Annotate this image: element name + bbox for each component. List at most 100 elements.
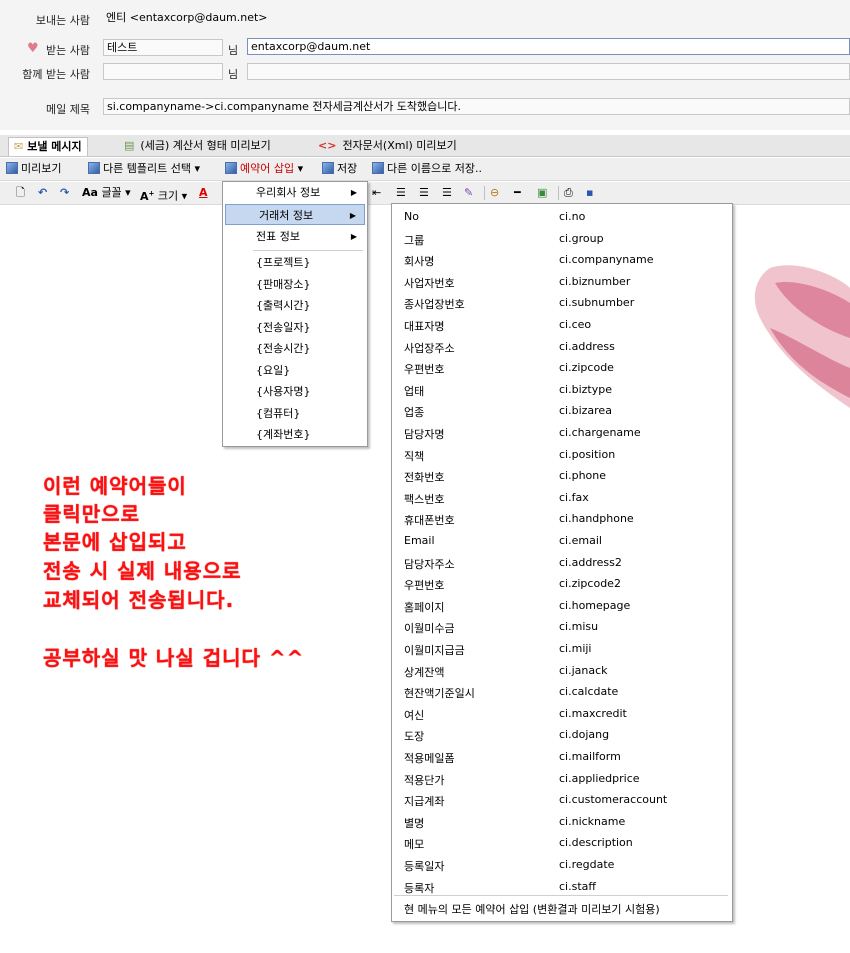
- submenu-item[interactable]: 현잔액기준일시 ci.calcdate: [392, 681, 730, 703]
- menu-keyword-item[interactable]: {판매장소}: [223, 274, 365, 295]
- submenu-item[interactable]: 업태 ci.biztype: [392, 379, 730, 401]
- submenu-item[interactable]: 여신 ci.maxcredit: [392, 703, 730, 725]
- link-icon[interactable]: ⊖: [490, 185, 499, 201]
- submenu-item-label: 업종: [404, 406, 425, 420]
- submenu-item[interactable]: 직책 ci.position: [392, 444, 730, 466]
- submenu-item[interactable]: 휴대폰번호 ci.handphone: [392, 508, 730, 530]
- tab-invoice-preview[interactable]: ▤ (세금) 계산서 형태 미리보기: [124, 137, 271, 155]
- menu-keyword-item[interactable]: {컴퓨터}: [223, 403, 365, 424]
- submenu-item[interactable]: 사업자번호 ci.biznumber: [392, 271, 730, 293]
- submenu-item[interactable]: 담당자명 ci.chargename: [392, 422, 730, 444]
- submenu-item[interactable]: 전화번호 ci.phone: [392, 465, 730, 487]
- submenu-item[interactable]: 적용메일폼 ci.mailform: [392, 746, 730, 768]
- insert-keyword-button[interactable]: 예약어 삽입 ▾: [225, 161, 303, 177]
- submenu-item[interactable]: 별명 ci.nickname: [392, 811, 730, 833]
- code-icon: <>: [318, 139, 337, 152]
- redo-icon[interactable]: ↷: [60, 185, 69, 201]
- subject-field[interactable]: si.companyname->ci.companyname 전자세금계산서가 …: [103, 98, 850, 115]
- align-left-icon[interactable]: ☰: [396, 185, 406, 201]
- recipient-email-field[interactable]: entaxcorp@daum.net: [247, 38, 850, 55]
- toolbar-main: 미리보기 다른 템플리트 선택 ▾ 예약어 삽입 ▾ 저장 다른 이름으로 저장…: [0, 158, 850, 181]
- menu-keyword-item[interactable]: {출력시간}: [223, 295, 365, 316]
- recipient-suffix: 님: [228, 44, 239, 57]
- font-icon: Aa: [82, 186, 98, 199]
- cc-email-field[interactable]: [247, 63, 850, 80]
- preview-button[interactable]: 미리보기: [6, 161, 61, 177]
- submenu-arrow-icon: ▶: [350, 232, 357, 241]
- submenu-item-code: ci.email: [559, 534, 602, 547]
- submenu-item-label: 적용단가: [404, 773, 445, 787]
- submenu-item-code: ci.maxcredit: [559, 706, 627, 720]
- submenu-item[interactable]: 지급계좌 ci.customeraccount: [392, 789, 730, 811]
- submenu-item[interactable]: 우편번호 ci.zipcode: [392, 357, 730, 379]
- save-button[interactable]: 저장: [322, 161, 357, 177]
- insert-all-keywords-item[interactable]: 현 메뉴의 모든 예약어 삽입 (변환결과 미리보기 시험용): [404, 901, 660, 917]
- menu-keyword-item[interactable]: {사용자명}: [223, 381, 365, 402]
- sender-field[interactable]: 엔티 <entaxcorp@daum.net>: [103, 10, 850, 27]
- submenu-item[interactable]: 우편번호 ci.zipcode2: [392, 573, 730, 595]
- indent-icon[interactable]: ⇤: [372, 185, 381, 201]
- template-select-button[interactable]: 다른 템플리트 선택 ▾: [88, 161, 200, 177]
- submenu-item-code: ci.phone: [559, 469, 607, 483]
- submenu-item[interactable]: 등록자 ci.staff: [392, 876, 730, 898]
- submenu-item-label: 도장: [404, 730, 425, 744]
- horizontal-line-icon[interactable]: ━: [514, 185, 521, 201]
- new-doc-icon[interactable]: 🗋: [16, 185, 25, 201]
- insert-image-icon[interactable]: ▣: [537, 185, 547, 201]
- menu-keyword-item[interactable]: {계좌번호}: [223, 424, 365, 445]
- submenu-item-code: ci.regdate: [559, 858, 615, 871]
- submenu-item[interactable]: Email ci.email: [392, 530, 730, 552]
- save-as-button[interactable]: 다른 이름으로 저장..: [372, 161, 482, 177]
- submenu-item[interactable]: 도장 ci.dojang: [392, 724, 730, 746]
- spellcheck-icon[interactable]: ✎: [464, 185, 473, 201]
- print-icon[interactable]: ⎙: [564, 185, 573, 201]
- font-button[interactable]: Aa 글꼴 ▾: [82, 185, 131, 201]
- submenu-item[interactable]: 업종 ci.bizarea: [392, 400, 730, 422]
- cc-name-field[interactable]: [103, 63, 223, 80]
- submenu-item[interactable]: 홈페이지 ci.homepage: [392, 595, 730, 617]
- submenu-item[interactable]: 종사업장번호 ci.subnumber: [392, 292, 730, 314]
- submenu-item-label: 전화번호: [404, 471, 445, 485]
- submenu-item-label: 담당자주소: [404, 557, 455, 571]
- tab-compose[interactable]: ✉ 보낼 메시지: [8, 137, 88, 156]
- submenu-item[interactable]: 적용단가 ci.appliedprice: [392, 768, 730, 790]
- menu-keyword-item[interactable]: {전송일자}: [223, 317, 365, 338]
- submenu-item[interactable]: 이월미지급금 ci.miji: [392, 638, 730, 660]
- recipient-label: 받는 사람: [46, 44, 90, 57]
- submenu-item[interactable]: 팩스번호 ci.fax: [392, 487, 730, 509]
- submenu-item[interactable]: 메모 ci.description: [392, 832, 730, 854]
- image-icon: [6, 162, 18, 174]
- document-icon: ▤: [124, 139, 135, 152]
- submenu-item[interactable]: 사업장주소 ci.address: [392, 336, 730, 358]
- tab-xml-preview[interactable]: <> 전자문서(Xml) 미리보기: [318, 137, 457, 155]
- submenu-item[interactable]: 상계잔액 ci.janack: [392, 660, 730, 682]
- body-text-line: 이런 예약어들이: [43, 474, 187, 498]
- menu-separator: [253, 250, 363, 251]
- body-text-line: 전송 시 실제 내용으로: [43, 559, 242, 583]
- menu-keyword-item[interactable]: {프로젝트}: [223, 252, 365, 273]
- submenu-item-code: ci.group: [559, 231, 604, 245]
- align-center-icon[interactable]: ☰: [419, 185, 429, 201]
- floppy-save-icon[interactable]: ▪: [586, 185, 593, 201]
- submenu-item[interactable]: 등록일자 ci.regdate: [392, 854, 730, 876]
- undo-icon[interactable]: ↶: [38, 185, 47, 201]
- size-button[interactable]: A+ 크기 ▾: [140, 185, 187, 203]
- recipient-name-field[interactable]: 테스트: [103, 39, 223, 56]
- submenu-item-label: 사업장주소: [404, 341, 455, 355]
- submenu-item[interactable]: 이월미수금 ci.misu: [392, 616, 730, 638]
- align-right-icon[interactable]: ☰: [442, 185, 452, 201]
- submenu-item[interactable]: 담당자주소 ci.address2: [392, 552, 730, 574]
- menu-item-our-company[interactable]: 우리회사 정보 ▶: [223, 182, 365, 203]
- submenu-item-label: 직책: [404, 449, 425, 463]
- submenu-item[interactable]: 대표자명 ci.ceo: [392, 314, 730, 336]
- submenu-item[interactable]: No ci.no: [392, 206, 730, 228]
- menu-item-slip-info[interactable]: 전표 정보 ▶: [223, 226, 365, 247]
- submenu-item[interactable]: 그룹 ci.group: [392, 228, 730, 250]
- body-text-line: 공부하실 맛 나실 겁니다 ^^: [43, 646, 305, 670]
- menu-keyword-item[interactable]: {요일}: [223, 360, 365, 381]
- menu-keyword-item[interactable]: {전송시간}: [223, 338, 365, 359]
- dropdown-arrow-icon: ▾: [297, 162, 304, 175]
- font-color-icon[interactable]: A: [199, 185, 208, 201]
- menu-item-client-info[interactable]: 거래처 정보 ▶: [225, 204, 365, 225]
- submenu-item[interactable]: 회사명 ci.companyname: [392, 249, 730, 271]
